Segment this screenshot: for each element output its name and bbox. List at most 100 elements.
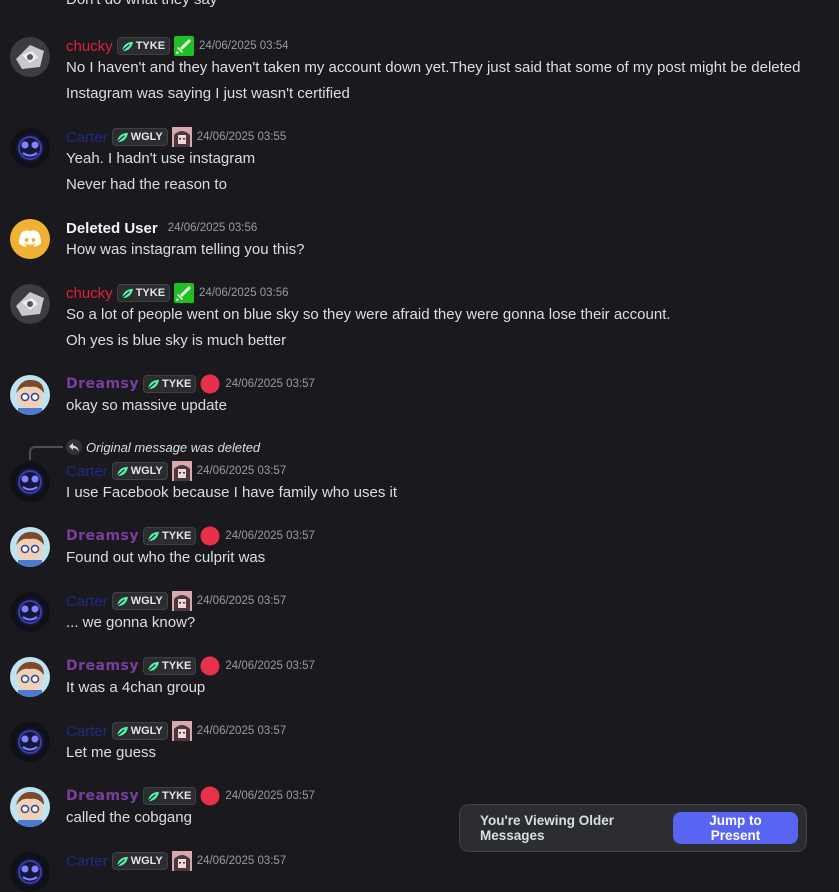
reply-spine bbox=[29, 446, 63, 460]
message-text: It was a 4chan group bbox=[66, 679, 206, 696]
message-text: Found out who the culprit was bbox=[66, 549, 266, 566]
anime-avatar-icon bbox=[172, 591, 192, 611]
message-text: okay so massive update bbox=[66, 397, 227, 414]
reply-preview[interactable]: Original message was deleted bbox=[66, 439, 260, 455]
message-list[interactable]: Don't do what they say chucky TYKE 24/06… bbox=[0, 0, 839, 869]
timestamp[interactable]: 24/06/2025 03:54 bbox=[199, 40, 289, 52]
username[interactable]: chucky bbox=[66, 285, 113, 302]
timestamp[interactable]: 24/06/2025 03:57 bbox=[225, 660, 315, 672]
message-text: Let me guess bbox=[66, 744, 157, 761]
guild-tag-label: TYKE bbox=[162, 660, 192, 672]
message-text: Don't do what they say bbox=[66, 0, 217, 8]
timestamp[interactable]: 24/06/2025 03:57 bbox=[225, 790, 315, 802]
leaf-icon bbox=[121, 41, 134, 52]
username[interactable]: Dreamsy bbox=[66, 788, 139, 804]
username[interactable]: Dreamsy bbox=[66, 528, 139, 544]
guild-tag-label: TYKE bbox=[162, 790, 192, 802]
anime-avatar-icon bbox=[172, 127, 192, 147]
avatar[interactable] bbox=[10, 657, 50, 697]
leaf-icon bbox=[116, 856, 129, 867]
username[interactable]: chucky bbox=[66, 38, 113, 55]
timestamp[interactable]: 24/06/2025 03:57 bbox=[197, 725, 287, 737]
timestamp[interactable]: 24/06/2025 03:57 bbox=[225, 378, 315, 390]
avatar[interactable] bbox=[10, 527, 50, 567]
timestamp[interactable]: 24/06/2025 03:57 bbox=[225, 530, 315, 542]
username[interactable]: Carter bbox=[66, 593, 108, 610]
guild-tag-label: WGLY bbox=[130, 855, 163, 867]
guild-tag[interactable]: TYKE bbox=[143, 787, 197, 805]
message-text: Instagram was saying I just wasn't certi… bbox=[66, 85, 350, 102]
message-text: No I haven't and they haven't taken my a… bbox=[66, 59, 801, 76]
guild-tag[interactable]: WGLY bbox=[111, 128, 168, 146]
guild-tag-label: TYKE bbox=[162, 378, 192, 390]
leaf-icon bbox=[147, 661, 160, 672]
username[interactable]: Carter bbox=[66, 723, 108, 740]
older-messages-text: You're Viewing Older Messages bbox=[480, 813, 614, 843]
leaf-icon bbox=[121, 288, 134, 299]
discord-logo-icon[interactable] bbox=[10, 219, 50, 259]
guild-tag[interactable]: TYKE bbox=[116, 284, 171, 302]
guild-tag-label: WGLY bbox=[130, 595, 163, 607]
leaf-icon bbox=[116, 466, 129, 477]
guild-tag[interactable]: WGLY bbox=[111, 722, 168, 740]
message-text: I use Facebook because I have family who… bbox=[66, 484, 398, 501]
anime-avatar-icon bbox=[172, 721, 192, 741]
username[interactable]: Dreamsy bbox=[66, 658, 139, 674]
guild-tag[interactable]: WGLY bbox=[111, 592, 168, 610]
reply-text: Original message was deleted bbox=[86, 439, 261, 455]
message-text: So a lot of people went on blue sky so t… bbox=[66, 306, 671, 323]
guild-tag-label: TYKE bbox=[135, 40, 166, 52]
sword-icon bbox=[174, 36, 194, 56]
leaf-icon bbox=[116, 132, 129, 143]
guild-tag[interactable]: TYKE bbox=[143, 657, 197, 675]
jump-to-present-button[interactable]: Jump to Present bbox=[673, 812, 798, 844]
anime-avatar-icon bbox=[172, 461, 192, 481]
message-text: ... we gonna know? bbox=[66, 614, 196, 631]
red-dot-icon bbox=[200, 374, 220, 394]
message-text: How was instagram telling you this? bbox=[66, 241, 305, 258]
avatar[interactable] bbox=[10, 722, 50, 762]
avatar[interactable] bbox=[10, 375, 50, 415]
timestamp[interactable]: 24/06/2025 03:56 bbox=[199, 287, 289, 299]
guild-tag-label: TYKE bbox=[162, 530, 192, 542]
leaf-icon bbox=[116, 596, 129, 607]
leaf-icon bbox=[147, 531, 160, 542]
reply-arrow-icon bbox=[66, 439, 82, 455]
leaf-icon bbox=[116, 726, 129, 737]
timestamp[interactable]: 24/06/2025 03:56 bbox=[168, 222, 258, 234]
avatar[interactable] bbox=[10, 462, 50, 502]
leaf-icon bbox=[147, 791, 160, 802]
guild-tag[interactable]: WGLY bbox=[111, 462, 168, 480]
username[interactable]: Carter bbox=[66, 463, 108, 480]
guild-tag[interactable]: WGLY bbox=[111, 852, 168, 870]
guild-tag[interactable]: TYKE bbox=[143, 527, 197, 545]
message-text: Never had the reason to bbox=[66, 176, 227, 193]
avatar[interactable] bbox=[10, 128, 50, 168]
anime-avatar-icon bbox=[172, 851, 192, 871]
guild-tag-label: TYKE bbox=[135, 287, 166, 299]
guild-tag[interactable]: TYKE bbox=[116, 37, 171, 55]
guild-tag-label: WGLY bbox=[130, 131, 163, 143]
avatar[interactable] bbox=[10, 37, 50, 77]
guild-tag-label: WGLY bbox=[130, 465, 163, 477]
avatar[interactable] bbox=[10, 284, 50, 324]
timestamp[interactable]: 24/06/2025 03:57 bbox=[197, 855, 287, 867]
avatar[interactable] bbox=[10, 787, 50, 827]
red-dot-icon bbox=[200, 526, 220, 546]
red-dot-icon bbox=[200, 786, 220, 806]
sword-icon bbox=[174, 283, 194, 303]
guild-tag-label: WGLY bbox=[130, 725, 163, 737]
username[interactable]: Carter bbox=[66, 853, 108, 870]
timestamp[interactable]: 24/06/2025 03:57 bbox=[197, 595, 287, 607]
timestamp[interactable]: 24/06/2025 03:55 bbox=[197, 131, 287, 143]
username[interactable]: Carter bbox=[66, 129, 108, 146]
timestamp[interactable]: 24/06/2025 03:57 bbox=[197, 465, 287, 477]
message-text: called the cobgang bbox=[66, 809, 192, 826]
username[interactable]: Dreamsy bbox=[66, 376, 139, 392]
message-text: Yeah. I hadn't use instagram bbox=[66, 150, 256, 167]
guild-tag[interactable]: TYKE bbox=[143, 375, 197, 393]
avatar[interactable] bbox=[10, 592, 50, 632]
username[interactable]: Deleted User bbox=[66, 220, 158, 237]
older-messages-banner: You're Viewing Older Messages Jump to Pr… bbox=[459, 804, 807, 852]
avatar[interactable] bbox=[10, 852, 50, 892]
